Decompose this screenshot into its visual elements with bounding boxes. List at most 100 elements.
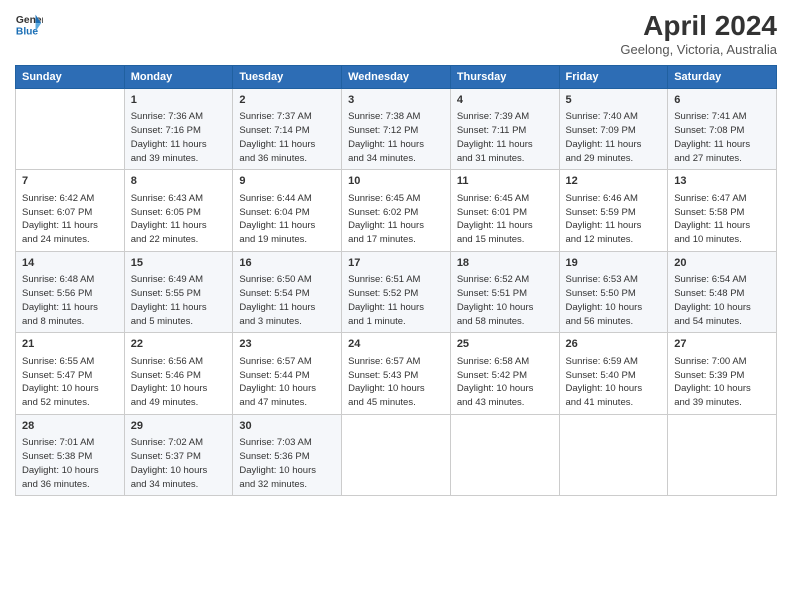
day-number: 3: [348, 93, 444, 108]
calendar-cell: 2 Sunrise: 7:37 AMSunset: 7:14 PMDaylight…: [233, 89, 342, 170]
calendar-cell: 7 Sunrise: 6:42 AMSunset: 6:07 PMDaylight…: [16, 170, 125, 251]
svg-text:Blue: Blue: [16, 26, 39, 37]
calendar-cell: 20 Sunrise: 6:54 AMSunset: 5:48 PMDayligh…: [668, 251, 777, 332]
day-info: Sunrise: 7:02 AMSunset: 5:37 PMDaylight:…: [131, 436, 227, 491]
col-header-sunday: Sunday: [16, 66, 125, 89]
col-header-wednesday: Wednesday: [342, 66, 451, 89]
day-info: Sunrise: 7:37 AMSunset: 7:14 PMDaylight:…: [239, 110, 335, 165]
calendar-cell: 8 Sunrise: 6:43 AMSunset: 6:05 PMDaylight…: [124, 170, 233, 251]
week-row-5: 28 Sunrise: 7:01 AMSunset: 5:38 PMDayligh…: [16, 414, 777, 495]
day-number: 18: [457, 256, 553, 271]
day-number: 13: [674, 174, 770, 189]
week-row-4: 21Sunrise: 6:55 AMSunset: 5:47 PMDayligh…: [16, 333, 777, 414]
day-number: 6: [674, 93, 770, 108]
calendar-cell: 10Sunrise: 6:45 AMSunset: 6:02 PMDayligh…: [342, 170, 451, 251]
day-info: Sunrise: 6:52 AMSunset: 5:51 PMDaylight:…: [457, 273, 553, 328]
calendar-cell: 25 Sunrise: 6:58 AMSunset: 5:42 PMDayligh…: [450, 333, 559, 414]
calendar-cell: 21Sunrise: 6:55 AMSunset: 5:47 PMDayligh…: [16, 333, 125, 414]
calendar-cell: 26Sunrise: 6:59 AMSunset: 5:40 PMDayligh…: [559, 333, 668, 414]
day-number: 15: [131, 256, 227, 271]
day-info: Sunrise: 6:47 AMSunset: 5:58 PMDaylight:…: [674, 192, 770, 247]
calendar-cell: [16, 89, 125, 170]
day-number: 30: [239, 419, 335, 434]
day-number: 8: [131, 174, 227, 189]
day-info: Sunrise: 7:38 AMSunset: 7:12 PMDaylight:…: [348, 110, 444, 165]
calendar-cell: 6 Sunrise: 7:41 AMSunset: 7:08 PMDaylight…: [668, 89, 777, 170]
week-row-1: 1 Sunrise: 7:36 AMSunset: 7:16 PMDaylight…: [16, 89, 777, 170]
day-info: Sunrise: 6:56 AMSunset: 5:46 PMDaylight:…: [131, 355, 227, 410]
main-title: April 2024: [620, 10, 777, 42]
day-number: 1: [131, 93, 227, 108]
col-header-saturday: Saturday: [668, 66, 777, 89]
calendar-cell: [342, 414, 451, 495]
calendar-cell: 15 Sunrise: 6:49 AMSunset: 5:55 PMDayligh…: [124, 251, 233, 332]
day-info: Sunrise: 6:45 AMSunset: 6:02 PMDaylight:…: [348, 192, 444, 247]
header: General Blue April 2024 Geelong, Victori…: [15, 10, 777, 57]
logo: General Blue: [15, 10, 43, 38]
day-info: Sunrise: 7:41 AMSunset: 7:08 PMDaylight:…: [674, 110, 770, 165]
calendar-cell: 3 Sunrise: 7:38 AMSunset: 7:12 PMDaylight…: [342, 89, 451, 170]
calendar-cell: 13 Sunrise: 6:47 AMSunset: 5:58 PMDayligh…: [668, 170, 777, 251]
calendar-cell: 4Sunrise: 7:39 AMSunset: 7:11 PMDaylight…: [450, 89, 559, 170]
day-info: Sunrise: 6:44 AMSunset: 6:04 PMDaylight:…: [239, 192, 335, 247]
day-number: 27: [674, 337, 770, 352]
day-number: 9: [239, 174, 335, 189]
day-info: Sunrise: 6:51 AMSunset: 5:52 PMDaylight:…: [348, 273, 444, 328]
day-info: Sunrise: 7:03 AMSunset: 5:36 PMDaylight:…: [239, 436, 335, 491]
calendar-cell: 19 Sunrise: 6:53 AMSunset: 5:50 PMDayligh…: [559, 251, 668, 332]
day-info: Sunrise: 6:49 AMSunset: 5:55 PMDaylight:…: [131, 273, 227, 328]
day-number: 5: [566, 93, 662, 108]
day-info: Sunrise: 6:48 AMSunset: 5:56 PMDaylight:…: [22, 273, 118, 328]
calendar-cell: [450, 414, 559, 495]
calendar-cell: 27Sunrise: 7:00 AMSunset: 5:39 PMDayligh…: [668, 333, 777, 414]
calendar-cell: 14 Sunrise: 6:48 AMSunset: 5:56 PMDayligh…: [16, 251, 125, 332]
day-number: 24: [348, 337, 444, 352]
day-number: 25: [457, 337, 553, 352]
day-number: 29: [131, 419, 227, 434]
day-info: Sunrise: 7:39 AMSunset: 7:11 PMDaylight:…: [457, 110, 553, 165]
calendar-cell: 12Sunrise: 6:46 AMSunset: 5:59 PMDayligh…: [559, 170, 668, 251]
day-info: Sunrise: 6:53 AMSunset: 5:50 PMDaylight:…: [566, 273, 662, 328]
col-header-thursday: Thursday: [450, 66, 559, 89]
day-number: 7: [22, 174, 118, 189]
subtitle: Geelong, Victoria, Australia: [620, 42, 777, 57]
logo-icon: General Blue: [15, 10, 43, 38]
day-number: 28: [22, 419, 118, 434]
day-info: Sunrise: 7:01 AMSunset: 5:38 PMDaylight:…: [22, 436, 118, 491]
calendar-cell: 24 Sunrise: 6:57 AMSunset: 5:43 PMDayligh…: [342, 333, 451, 414]
day-number: 23: [239, 337, 335, 352]
col-header-friday: Friday: [559, 66, 668, 89]
day-info: Sunrise: 6:57 AMSunset: 5:44 PMDaylight:…: [239, 355, 335, 410]
day-info: Sunrise: 7:40 AMSunset: 7:09 PMDaylight:…: [566, 110, 662, 165]
calendar-cell: 16 Sunrise: 6:50 AMSunset: 5:54 PMDayligh…: [233, 251, 342, 332]
day-number: 16: [239, 256, 335, 271]
calendar-cell: 9 Sunrise: 6:44 AMSunset: 6:04 PMDaylight…: [233, 170, 342, 251]
day-info: Sunrise: 6:55 AMSunset: 5:47 PMDaylight:…: [22, 355, 118, 410]
day-info: Sunrise: 6:43 AMSunset: 6:05 PMDaylight:…: [131, 192, 227, 247]
calendar-table: SundayMondayTuesdayWednesdayThursdayFrid…: [15, 65, 777, 496]
header-row: SundayMondayTuesdayWednesdayThursdayFrid…: [16, 66, 777, 89]
day-number: 14: [22, 256, 118, 271]
calendar-cell: [559, 414, 668, 495]
day-info: Sunrise: 6:58 AMSunset: 5:42 PMDaylight:…: [457, 355, 553, 410]
calendar-cell: 1 Sunrise: 7:36 AMSunset: 7:16 PMDaylight…: [124, 89, 233, 170]
day-number: 19: [566, 256, 662, 271]
day-info: Sunrise: 6:54 AMSunset: 5:48 PMDaylight:…: [674, 273, 770, 328]
calendar-cell: 28 Sunrise: 7:01 AMSunset: 5:38 PMDayligh…: [16, 414, 125, 495]
day-number: 2: [239, 93, 335, 108]
calendar-cell: [668, 414, 777, 495]
day-info: Sunrise: 6:50 AMSunset: 5:54 PMDaylight:…: [239, 273, 335, 328]
calendar-page: General Blue April 2024 Geelong, Victori…: [0, 0, 792, 612]
title-block: April 2024 Geelong, Victoria, Australia: [620, 10, 777, 57]
calendar-cell: 18 Sunrise: 6:52 AMSunset: 5:51 PMDayligh…: [450, 251, 559, 332]
day-number: 12: [566, 174, 662, 189]
day-info: Sunrise: 7:36 AMSunset: 7:16 PMDaylight:…: [131, 110, 227, 165]
day-info: Sunrise: 6:57 AMSunset: 5:43 PMDaylight:…: [348, 355, 444, 410]
day-info: Sunrise: 6:42 AMSunset: 6:07 PMDaylight:…: [22, 192, 118, 247]
day-number: 26: [566, 337, 662, 352]
calendar-cell: 30 Sunrise: 7:03 AMSunset: 5:36 PMDayligh…: [233, 414, 342, 495]
calendar-cell: 23 Sunrise: 6:57 AMSunset: 5:44 PMDayligh…: [233, 333, 342, 414]
col-header-tuesday: Tuesday: [233, 66, 342, 89]
day-number: 20: [674, 256, 770, 271]
col-header-monday: Monday: [124, 66, 233, 89]
